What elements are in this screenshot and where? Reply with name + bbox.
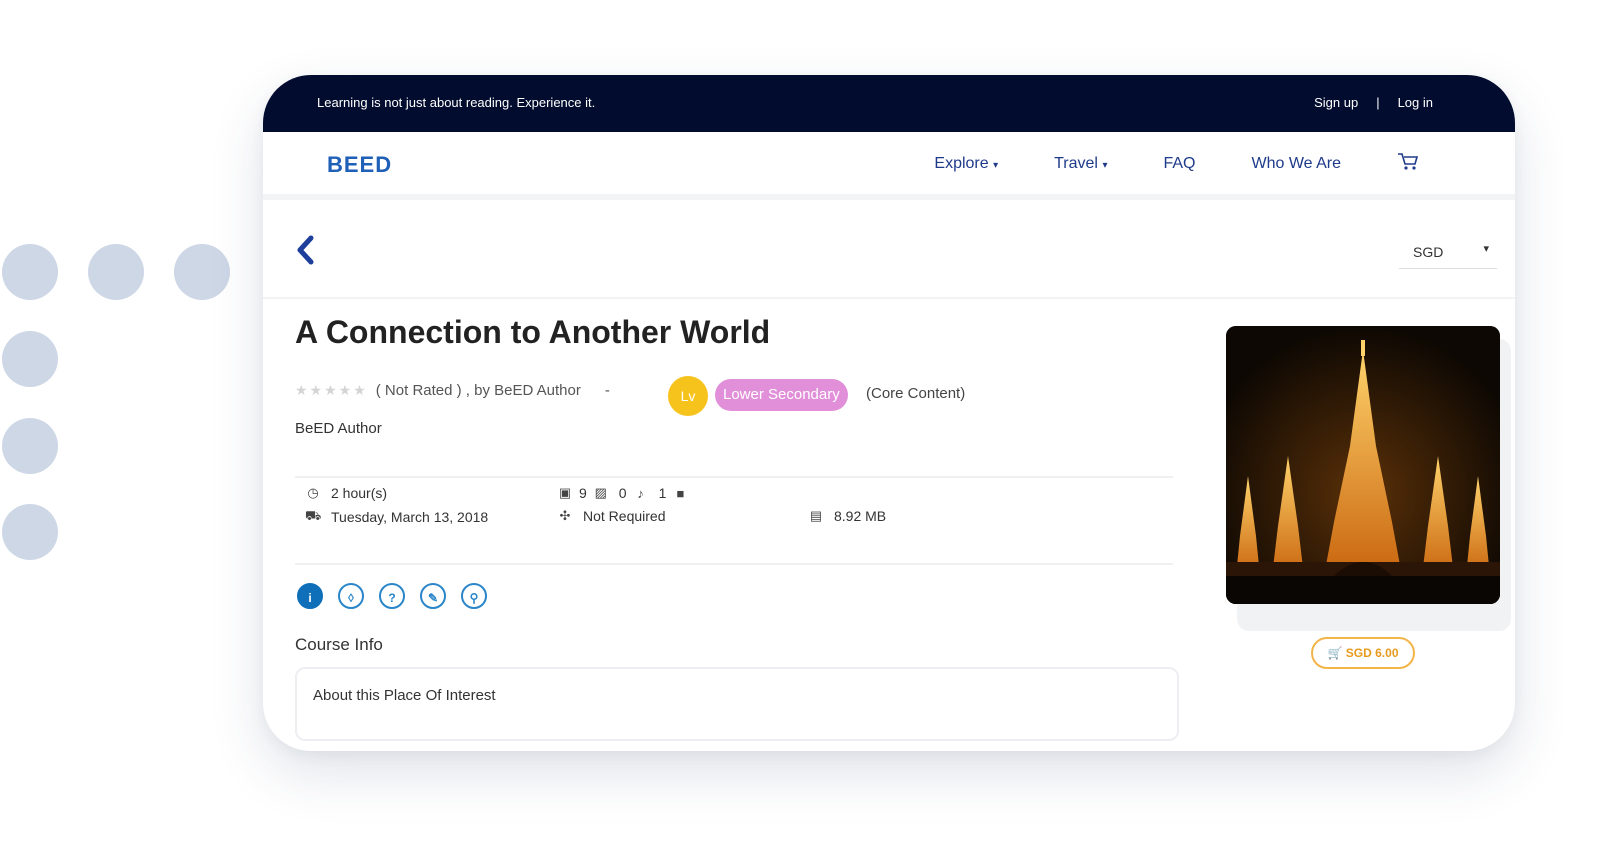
nav-travel[interactable]: Travel ▾ [1054,155,1107,173]
price-label: SGD 6.00 [1345,646,1399,660]
currency-select[interactable]: SGD ▾ [1399,236,1497,269]
rating-text: ( Not Rated ) , by BeED Author [375,382,581,399]
section-title: Course Info [295,635,383,654]
back-icon[interactable] [293,232,317,268]
chevron-down-icon: ▾ [993,160,999,171]
duration-value: 2 hour(s) [331,485,388,501]
course-photo [1226,326,1500,604]
logo[interactable]: BEED [327,152,392,178]
decor-dot [2,504,58,560]
requirement-value: Not Required [583,508,666,524]
meta-date: ⛟ Tuesday, March 13, 2018 [305,508,488,526]
rating-row: ★★★★★ ( Not Rated ) , by BeED Author - [295,382,610,399]
image-count: 9 [579,485,587,501]
cart-icon: 🛒 [1327,646,1343,660]
audio-count: 0 [618,485,627,501]
cart-icon[interactable] [1397,152,1419,172]
date-value: Tuesday, March 13, 2018 [331,509,489,525]
meta-duration: ◷ 2 hour(s) [305,485,387,501]
nav-links: Explore ▾ Travel ▾ FAQ Who We Are [934,152,1419,173]
nav-faq[interactable]: FAQ [1163,155,1195,173]
signup-link[interactable]: Sign up [1314,95,1358,110]
question-icon[interactable]: ? [379,583,405,609]
currency-value: SGD [1413,244,1444,260]
decor-dot [2,244,58,300]
level-badge: Lower Secondary [715,379,848,411]
content-type: (Core Content) [866,385,966,402]
browser-card: Learning is not just about reading. Expe… [263,75,1515,751]
rating-dash: - [604,382,610,399]
divider [295,476,1173,478]
decor-dot [88,244,144,300]
location-icon[interactable]: ⚲ [461,583,487,609]
chevron-down-icon: ▾ [1483,243,1489,255]
lightbulb-icon[interactable]: ◊ [338,583,364,609]
info-tabs: i ◊ ? ✎ ⚲ [297,583,487,609]
clock-icon: ◷ [307,485,319,500]
nav-travel-label: Travel [1054,155,1098,172]
size-value: 8.92 MB [834,508,887,524]
meta-size: ▤ 8.92 MB [808,508,886,524]
add-to-cart-button[interactable]: 🛒 SGD 6.00 [1311,637,1415,669]
top-bar: Learning is not just about reading. Expe… [263,75,1515,132]
page-title: A Connection to Another World [295,314,771,350]
meta-requirement: ✣ Not Required [557,508,666,524]
chevron-down-icon: ▾ [1102,160,1108,171]
divider [295,563,1173,565]
meta-counts: ▣ 9 ▨ 0 ♪ 1 ■ [557,485,688,501]
level-icon: Lv [668,376,708,416]
main-nav: BEED Explore ▾ Travel ▾ FAQ Who We Are [263,132,1515,200]
file-icon: ▤ [809,508,823,523]
decor-dot [174,244,230,300]
auth-links: Sign up | Log in [1314,95,1433,110]
nav-explore-label: Explore [934,155,989,172]
page-toolbar: SGD ▾ [263,200,1515,299]
nav-who-we-are[interactable]: Who We Are [1251,155,1341,173]
nav-explore[interactable]: Explore ▾ [934,155,998,173]
gallery-icon: ▣ [558,485,572,500]
author-name: BeED Author [295,420,382,437]
decor-dot [2,331,58,387]
video-icon: ■ [676,485,685,501]
video-count: 1 [658,485,667,501]
auth-separator: | [1376,95,1380,110]
info-box-text: About this Place Of Interest [313,687,496,704]
info-box[interactable]: About this Place Of Interest [295,667,1179,741]
microphone-icon: ♪ [637,485,644,501]
puzzle-icon: ✣ [559,508,571,523]
login-link[interactable]: Log in [1398,95,1433,110]
star-rating-icon: ★★★★★ [295,382,368,398]
upload-icon: ⛟ [305,508,322,523]
decor-dot [2,418,58,474]
edit-icon[interactable]: ✎ [420,583,446,609]
image-icon: ▨ [594,485,607,500]
tagline: Learning is not just about reading. Expe… [317,95,596,110]
info-icon[interactable]: i [297,583,323,609]
